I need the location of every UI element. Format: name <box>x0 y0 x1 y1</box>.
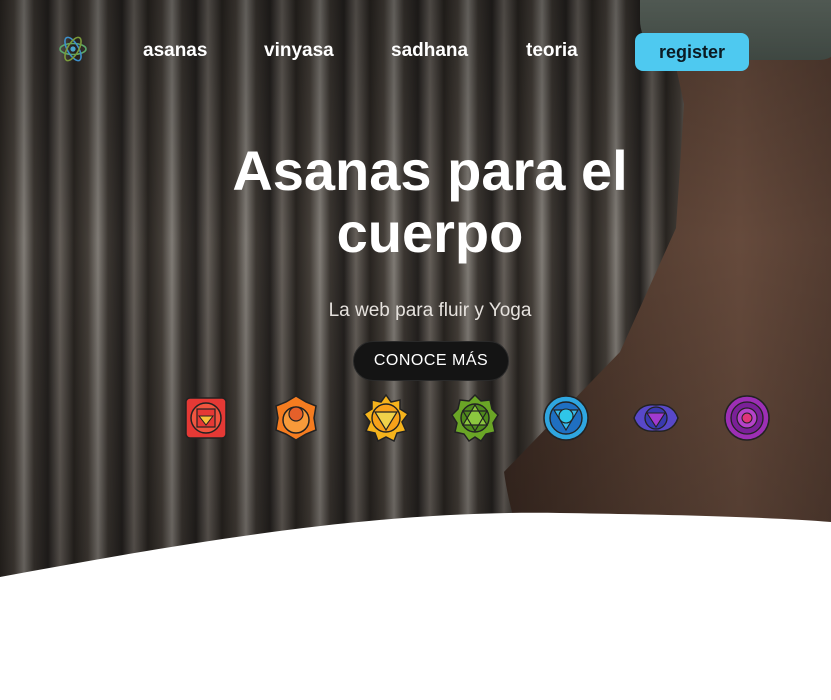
sacral-chakra-icon <box>275 395 317 441</box>
third-eye-chakra-icon <box>633 404 679 432</box>
nav-link-teoria[interactable]: teoria <box>526 40 578 62</box>
nav-link-vinyasa[interactable]: vinyasa <box>264 40 334 62</box>
crown-chakra-icon <box>724 395 770 441</box>
nav-link-asanas[interactable]: asanas <box>143 40 207 62</box>
hero-subtitle: La web para fluir y Yoga <box>328 300 532 321</box>
register-button[interactable]: register <box>635 33 749 71</box>
throat-chakra-icon <box>543 395 589 441</box>
nav-link-sadhana[interactable]: sadhana <box>391 40 468 62</box>
hero-wave-divider <box>0 512 831 610</box>
top-navigation: asanas vinyasa sadhana teoria register <box>0 0 831 100</box>
solar-plexus-chakra-icon <box>362 393 410 443</box>
conoce-mas-button[interactable]: CONOCE MÁS <box>353 341 509 381</box>
root-chakra-icon <box>185 397 227 439</box>
hero-title: Asanas para el cuerpo <box>232 139 628 264</box>
heart-chakra-icon <box>451 393 499 443</box>
atom-lotus-icon[interactable] <box>58 34 88 64</box>
